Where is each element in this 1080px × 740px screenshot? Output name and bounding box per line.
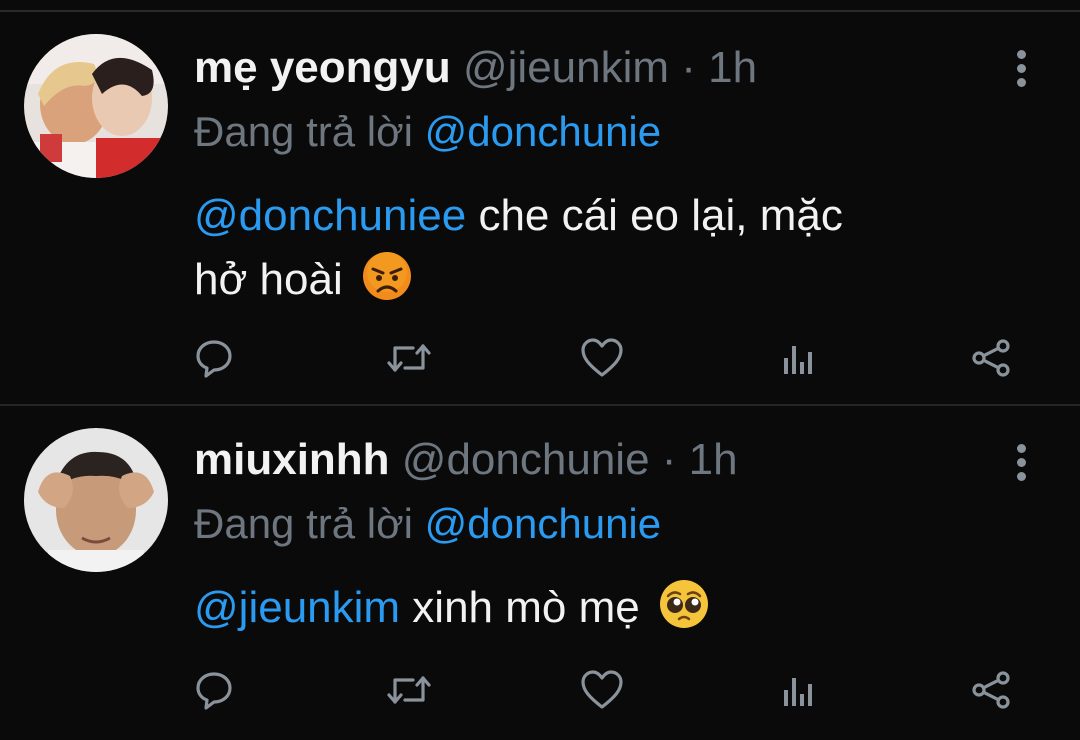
analytics-icon[interactable] — [772, 664, 824, 716]
like-icon[interactable] — [576, 332, 628, 384]
tweet-actions — [0, 664, 1080, 724]
retweet-icon[interactable] — [383, 332, 435, 384]
body-text-line2: hở hoài — [194, 255, 343, 304]
retweet-icon[interactable] — [383, 664, 435, 716]
tweet-actions — [0, 332, 1080, 392]
timestamp[interactable]: 1h — [708, 43, 757, 92]
body-text-line1: che cái eo lại, mặc — [466, 191, 843, 240]
replying-to-label: Đang trả lời — [194, 500, 413, 547]
like-icon[interactable] — [576, 664, 628, 716]
tweet-1[interactable]: mẹ yeongyu @jieunkim · 1h Đang trả lời @… — [0, 0, 1080, 405]
body-mention[interactable]: @jieunkim — [194, 583, 400, 632]
replying-to: Đang trả lời @donchunie — [194, 104, 661, 160]
angry-face-icon — [361, 250, 413, 320]
user-handle[interactable]: @jieunkim — [463, 43, 669, 92]
avatar-photo — [24, 428, 168, 572]
separator-dot: · — [661, 435, 677, 484]
timeline-screen: mẹ yeongyu @jieunkim · 1h Đang trả lời @… — [0, 0, 1080, 740]
tweet-body: @jieunkim xinh mò mẹ — [194, 576, 1024, 648]
reply-icon[interactable] — [188, 332, 240, 384]
replying-to: Đang trả lời @donchunie — [194, 496, 661, 552]
reply-icon[interactable] — [188, 664, 240, 716]
tweet-body: @donchuniee che cái eo lại, mặc hở hoài — [194, 184, 1024, 320]
share-icon[interactable] — [965, 664, 1017, 716]
replying-to-mention[interactable]: @donchunie — [425, 500, 661, 547]
replying-to-label: Đang trả lời — [194, 108, 413, 155]
tweet-header: mẹ yeongyu @jieunkim · 1h — [194, 40, 757, 96]
pleading-face-icon — [658, 578, 710, 648]
display-name[interactable]: mẹ yeongyu — [194, 43, 451, 92]
timestamp[interactable]: 1h — [689, 435, 738, 484]
display-name[interactable]: miuxinhh — [194, 435, 390, 484]
more-options-icon[interactable] — [1012, 444, 1032, 484]
analytics-icon[interactable] — [772, 332, 824, 384]
avatar[interactable] — [24, 34, 168, 178]
replying-to-mention[interactable]: @donchunie — [425, 108, 661, 155]
avatar[interactable] — [24, 428, 168, 572]
avatar-photo — [24, 34, 168, 178]
separator-dot: · — [681, 43, 696, 92]
tweet-header: miuxinhh @donchunie · 1h — [194, 432, 738, 488]
share-icon[interactable] — [965, 332, 1017, 384]
tweet-2[interactable]: miuxinhh @donchunie · 1h Đang trả lời @d… — [0, 406, 1080, 740]
more-options-icon[interactable] — [1012, 50, 1032, 90]
user-handle[interactable]: @donchunie — [402, 435, 650, 484]
body-text: xinh mò mẹ — [400, 583, 640, 632]
body-mention[interactable]: @donchuniee — [194, 191, 466, 240]
